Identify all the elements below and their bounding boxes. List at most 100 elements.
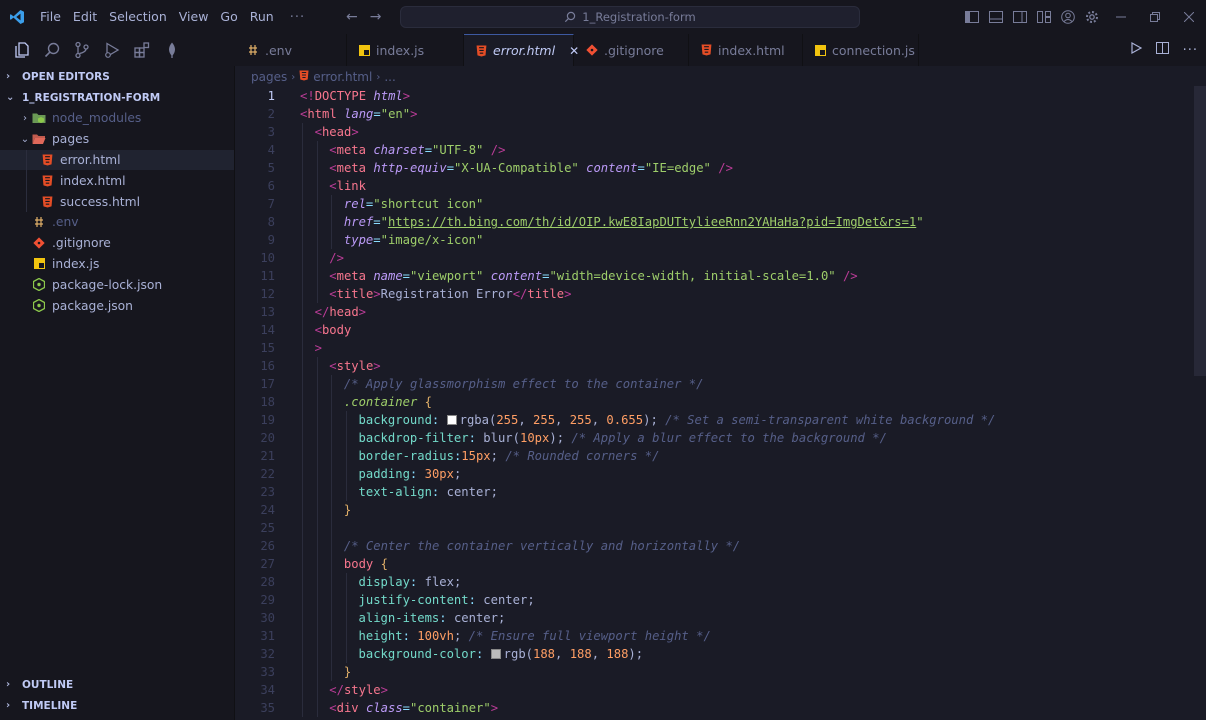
- menu-file[interactable]: File: [34, 0, 67, 34]
- code-line[interactable]: 6 <link: [235, 177, 1193, 195]
- code-text: background-color: rgb(188, 188, 188);: [359, 645, 644, 663]
- menu-go[interactable]: Go: [214, 0, 243, 34]
- outline-header[interactable]: › OUTLINE: [0, 674, 234, 695]
- code-line[interactable]: 31 height: 100vh; /* Ensure full viewport…: [235, 627, 1193, 645]
- toggle-panel-icon[interactable]: [984, 0, 1008, 34]
- toggle-primary-sidebar-icon[interactable]: [960, 0, 984, 34]
- breadcrumb-folder[interactable]: pages: [251, 70, 287, 84]
- run-icon[interactable]: [1130, 41, 1142, 58]
- code-line[interactable]: 18 .container {: [235, 393, 1193, 411]
- tree-item-node-modules[interactable]: › node_modules: [0, 108, 234, 129]
- breadcrumb-file[interactable]: error.html: [313, 70, 372, 84]
- code-line[interactable]: 22 padding: 30px;: [235, 465, 1193, 483]
- code-line[interactable]: 2 <html lang="en">: [235, 105, 1193, 123]
- gear-icon[interactable]: [1080, 0, 1104, 34]
- tree-item-index-js[interactable]: index.js: [0, 254, 234, 275]
- code-line[interactable]: 9 type="image/x-icon": [235, 231, 1193, 249]
- code-line[interactable]: 20 backdrop-filter: blur(10px); /* Apply …: [235, 429, 1193, 447]
- code-line[interactable]: 32 background-color: rgb(188, 188, 188);: [235, 645, 1193, 663]
- code-line[interactable]: 10 />: [235, 249, 1193, 267]
- code-line[interactable]: 19 background: rgba(255, 255, 255, 0.655)…: [235, 411, 1193, 429]
- tree-item-error-html[interactable]: error.html: [0, 149, 234, 171]
- code-line[interactable]: 25: [235, 519, 1193, 537]
- color-swatch[interactable]: [490, 649, 501, 659]
- open-editors-header[interactable]: › OPEN EDITORS: [0, 66, 234, 87]
- tab-gitignore[interactable]: .gitignore: [574, 34, 689, 66]
- code-line[interactable]: 16 <style>: [235, 357, 1193, 375]
- code-line[interactable]: 12 <title>Registration Error</title>: [235, 285, 1193, 303]
- code-line[interactable]: 4 <meta charset="UTF-8" />: [235, 141, 1193, 159]
- code-token: rgba: [459, 413, 489, 427]
- customize-layout-icon[interactable]: [1032, 0, 1056, 34]
- tab-connection-js[interactable]: connection.js: [803, 34, 919, 66]
- indent-guide: [331, 609, 333, 627]
- code-line[interactable]: 24}: [235, 501, 1193, 519]
- split-editor-icon[interactable]: [1155, 42, 1169, 58]
- tree-item-success-html[interactable]: success.html: [0, 191, 234, 212]
- tab-index-js[interactable]: index.js: [347, 34, 464, 66]
- tree-item-env[interactable]: .env: [0, 212, 234, 233]
- code-line[interactable]: 3 <head>: [235, 123, 1193, 141]
- code-line[interactable]: 5 <meta http-equiv="X-UA-Compatible" cont…: [235, 159, 1193, 177]
- extensions-icon[interactable]: [132, 40, 152, 60]
- code-line[interactable]: 1 <!DOCTYPE html>: [235, 87, 1193, 105]
- code-line[interactable]: 23 text-align: center;: [235, 483, 1193, 501]
- tab-index-html[interactable]: index.html: [689, 34, 803, 66]
- code-line[interactable]: 35 <div class="container">: [235, 699, 1193, 717]
- tree-item-gitignore[interactable]: .gitignore: [0, 233, 234, 254]
- toggle-secondary-sidebar-icon[interactable]: [1008, 0, 1032, 34]
- code-editor[interactable]: 1 <!DOCTYPE html> 2 <html lang="en"> 3 <head>…: [235, 86, 1206, 720]
- editor-scrollbar[interactable]: [1194, 86, 1206, 376]
- tree-item-package-json[interactable]: package.json: [0, 295, 234, 316]
- breadcrumb-symbols[interactable]: ...: [384, 70, 395, 84]
- color-swatch[interactable]: [446, 415, 457, 425]
- more-actions-icon[interactable]: ···: [1183, 43, 1198, 58]
- code-line[interactable]: 17 /* Apply glassmorphism effect to the c…: [235, 375, 1193, 393]
- project-header[interactable]: ⌄ 1_REGISTRATION-FORM: [0, 87, 234, 108]
- tab-error-html[interactable]: error.html ✕: [464, 34, 579, 66]
- tree-item-package-lock-json[interactable]: package-lock.json: [0, 274, 234, 295]
- timeline-header[interactable]: › TIMELINE: [0, 695, 234, 716]
- code-line[interactable]: 14 <body: [235, 321, 1193, 339]
- code-line[interactable]: 21 border-radius:15px; /* Rounded corners…: [235, 447, 1193, 465]
- menu-edit[interactable]: Edit: [67, 0, 103, 34]
- code-line[interactable]: 13 </head>: [235, 303, 1193, 321]
- code-line[interactable]: 26 /* Center the container vertically and…: [235, 537, 1193, 555]
- code-line[interactable]: 28 display: flex;: [235, 573, 1193, 591]
- code-line[interactable]: 11 <meta name="viewport" content="width=d…: [235, 267, 1193, 285]
- tab-env[interactable]: .env: [235, 34, 347, 66]
- menu-more-button[interactable]: ···: [280, 10, 317, 25]
- menu-selection[interactable]: Selection: [103, 0, 173, 34]
- mongodb-leaf-icon[interactable]: [162, 40, 182, 60]
- command-center-search[interactable]: 1_Registration-form: [400, 6, 860, 28]
- minimize-button[interactable]: [1104, 0, 1138, 34]
- indent-guide: [302, 501, 303, 519]
- account-icon[interactable]: [1056, 0, 1080, 34]
- indent-guide: [331, 591, 333, 609]
- tree-item-index-html[interactable]: index.html: [0, 170, 234, 192]
- code-token: meta: [336, 161, 366, 175]
- menu-run[interactable]: Run: [244, 0, 280, 34]
- close-window-button[interactable]: [1172, 0, 1206, 34]
- code-line[interactable]: 30 align-items: center;: [235, 609, 1193, 627]
- back-arrow-icon[interactable]: ←: [346, 9, 358, 25]
- forward-arrow-icon[interactable]: →: [370, 9, 382, 25]
- restore-button[interactable]: [1138, 0, 1172, 34]
- line-number: 4: [267, 143, 275, 157]
- files-icon[interactable]: [12, 40, 32, 60]
- menu-view[interactable]: View: [173, 0, 215, 34]
- tree-item-pages[interactable]: ⌄ pages: [0, 129, 234, 150]
- code-line[interactable]: 33}: [235, 663, 1193, 681]
- search-icon[interactable]: [42, 40, 62, 60]
- code-line[interactable]: 15 >: [235, 339, 1193, 357]
- code-line[interactable]: 27 body {: [235, 555, 1193, 573]
- code-line[interactable]: 7 rel="shortcut icon": [235, 195, 1193, 213]
- code-token: :: [475, 647, 491, 661]
- code-token: <: [329, 143, 337, 157]
- code-line[interactable]: 8 href="https://th.bing.com/th/id/OIP.kwE…: [235, 213, 1193, 231]
- run-debug-icon[interactable]: [102, 40, 122, 60]
- code-line[interactable]: 34 </style>: [235, 681, 1193, 699]
- source-control-icon[interactable]: [72, 40, 92, 60]
- code-line[interactable]: 29 justify-content: center;: [235, 591, 1193, 609]
- code-token: ,: [518, 413, 534, 427]
